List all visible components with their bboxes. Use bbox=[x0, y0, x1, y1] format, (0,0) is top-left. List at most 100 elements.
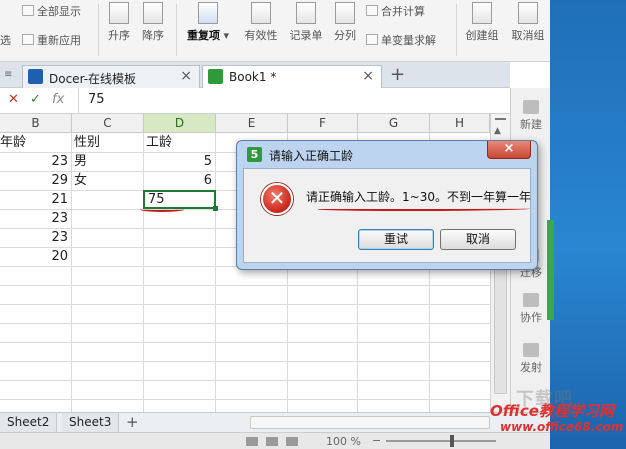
scroll-up-icon[interactable]: ▲ bbox=[494, 126, 501, 136]
cell[interactable]: 20 bbox=[0, 248, 72, 266]
column-header[interactable]: B bbox=[0, 114, 72, 133]
records-icon bbox=[296, 2, 316, 24]
tab-list-icon[interactable]: ≡ bbox=[4, 69, 12, 80]
desktop-background bbox=[550, 0, 626, 449]
create-group-button[interactable]: 创建组 bbox=[462, 2, 502, 43]
records-button[interactable]: 记录单 bbox=[288, 2, 324, 43]
merge-calc-button[interactable]: 合并计算 bbox=[366, 3, 425, 19]
cell[interactable]: 年龄 bbox=[0, 134, 72, 152]
sheet-tab[interactable]: Sheet2 bbox=[0, 413, 58, 433]
zoom-level: 100 % bbox=[326, 435, 361, 448]
cell[interactable]: 21 bbox=[0, 191, 72, 209]
cell[interactable]: 6 bbox=[144, 172, 216, 190]
what-if-icon bbox=[366, 34, 378, 45]
page-break-icon[interactable] bbox=[286, 437, 298, 446]
show-all-button[interactable]: 全部显示 bbox=[22, 3, 81, 19]
close-icon[interactable]: × bbox=[362, 68, 374, 84]
cell[interactable]: 23 bbox=[0, 229, 72, 247]
column-header[interactable]: E bbox=[216, 114, 288, 133]
document-tab-bar: ≡ Docer-在线模板 × Book1 * × + bbox=[0, 62, 510, 88]
grid-line bbox=[0, 361, 490, 362]
annotation-underline bbox=[140, 207, 184, 212]
cancel-button[interactable]: 取消 bbox=[440, 229, 516, 250]
column-header[interactable]: D bbox=[144, 114, 216, 133]
watermark-url: www.office68.com bbox=[500, 420, 624, 434]
collab-button[interactable]: 协作 bbox=[511, 293, 551, 325]
cell[interactable]: 性别 bbox=[74, 134, 144, 152]
grid-line bbox=[0, 342, 490, 343]
new-tab-button[interactable]: + bbox=[390, 64, 405, 85]
ungroup-icon bbox=[518, 2, 538, 24]
cancel-icon[interactable]: ✕ bbox=[8, 92, 19, 107]
cell[interactable]: 5 bbox=[144, 153, 216, 171]
filter-button[interactable]: 选 bbox=[0, 32, 11, 48]
reapply-icon bbox=[22, 34, 34, 45]
publish-button[interactable]: 发射 bbox=[511, 343, 551, 375]
divider bbox=[456, 4, 457, 56]
sheet-tab-bar: Sheet2 Sheet3 + bbox=[0, 412, 550, 433]
create-group-icon bbox=[472, 2, 492, 24]
new-doc-icon bbox=[523, 100, 539, 114]
chevron-down-icon: ▾ bbox=[219, 29, 230, 42]
add-sheet-button[interactable]: + bbox=[126, 413, 139, 431]
sort-asc-icon bbox=[109, 2, 129, 24]
sheet-tab[interactable]: Sheet3 bbox=[62, 413, 120, 433]
cell[interactable]: 男 bbox=[74, 153, 144, 171]
duplicates-button[interactable]: 重复项 ▾ bbox=[184, 2, 232, 43]
close-button[interactable]: × bbox=[487, 141, 531, 159]
page-layout-icon[interactable] bbox=[266, 437, 278, 446]
column-header[interactable]: G bbox=[358, 114, 430, 133]
watermark-text: Office教程学习网 bbox=[490, 402, 614, 420]
tab-docer[interactable]: Docer-在线模板 × bbox=[22, 65, 200, 88]
grid-line bbox=[0, 380, 490, 381]
grid-line bbox=[0, 285, 490, 286]
horizontal-scrollbar[interactable] bbox=[250, 416, 490, 429]
cell[interactable]: 29 bbox=[0, 172, 72, 190]
column-header[interactable]: C bbox=[72, 114, 144, 133]
retry-button[interactable]: 重试 bbox=[358, 229, 434, 250]
zoom-out-icon[interactable]: − bbox=[372, 434, 381, 447]
zoom-slider[interactable] bbox=[386, 440, 496, 442]
chat-icon bbox=[523, 293, 539, 307]
app-icon: 5 bbox=[247, 147, 262, 162]
formula-input[interactable]: 75 bbox=[88, 92, 105, 107]
ribbon-toolbar: 全部显示 选 重新应用 升序 降序 重复项 ▾ 有效性 记录单 分列 合并计算 … bbox=[0, 0, 626, 62]
column-header[interactable]: H bbox=[430, 114, 490, 133]
duplicates-icon bbox=[198, 2, 218, 24]
error-icon: ✕ bbox=[261, 183, 293, 215]
close-icon[interactable]: × bbox=[180, 68, 192, 84]
view-switcher[interactable] bbox=[246, 436, 316, 446]
status-bar: 100 % − bbox=[0, 432, 550, 449]
function-icon[interactable]: fx bbox=[52, 92, 64, 107]
fill-handle[interactable] bbox=[213, 206, 218, 211]
cell[interactable]: 23 bbox=[0, 153, 72, 171]
tab-book1[interactable]: Book1 * × bbox=[202, 65, 382, 88]
filter-icon bbox=[22, 5, 34, 16]
reapply-button[interactable]: 重新应用 bbox=[22, 32, 81, 48]
docer-icon bbox=[28, 69, 43, 84]
cell[interactable]: 工龄 bbox=[146, 134, 216, 152]
sort-desc-button[interactable]: 降序 bbox=[140, 2, 166, 43]
error-dialog: 5 请输入正确工龄 × ✕ 请正确输入工龄。1~30。不到一年算一年 重试 取消 bbox=[236, 140, 538, 270]
zoom-thumb[interactable] bbox=[450, 435, 454, 447]
split-button[interactable]: 分列 bbox=[332, 2, 358, 43]
send-icon bbox=[523, 343, 539, 357]
cell[interactable]: 23 bbox=[0, 210, 72, 228]
split-icon bbox=[335, 2, 355, 24]
ungroup-button[interactable]: 取消组 bbox=[508, 2, 548, 43]
scroll-top-icon[interactable] bbox=[495, 118, 506, 120]
confirm-icon[interactable]: ✓ bbox=[30, 92, 41, 107]
what-if-button[interactable]: 单变量求解 bbox=[366, 32, 436, 48]
grid-line bbox=[0, 323, 490, 324]
cell[interactable]: 女 bbox=[74, 172, 144, 190]
validity-button[interactable]: 有效性 bbox=[242, 2, 280, 43]
sort-asc-button[interactable]: 升序 bbox=[106, 2, 132, 43]
side-handle[interactable] bbox=[547, 220, 554, 320]
formula-bar: ✕ ✓ fx 75 bbox=[0, 88, 510, 114]
new-button[interactable]: 新建 bbox=[511, 100, 551, 132]
divider bbox=[78, 88, 79, 114]
dialog-body: ✕ 请正确输入工龄。1~30。不到一年算一年 重试 取消 bbox=[243, 168, 531, 263]
normal-view-icon[interactable] bbox=[246, 437, 258, 446]
column-header[interactable]: F bbox=[288, 114, 358, 133]
dialog-titlebar[interactable]: 5 请输入正确工龄 × bbox=[237, 141, 537, 168]
